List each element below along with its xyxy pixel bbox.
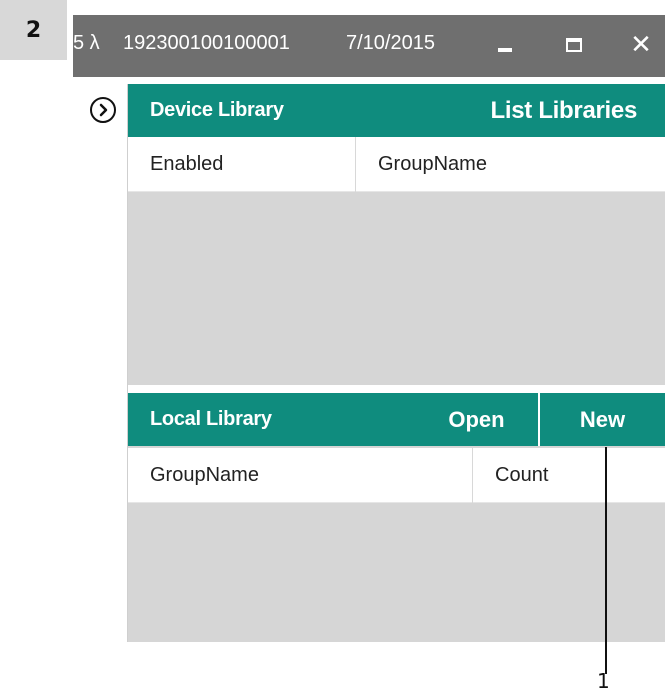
title-bar: 5 λ 192300100100001 7/10/2015 ✕ (73, 15, 665, 77)
callout-leader-line (605, 447, 607, 674)
column-header-count[interactable]: Count (473, 448, 665, 503)
close-button[interactable]: ✕ (621, 25, 661, 65)
local-library-title: Local Library (150, 408, 272, 430)
library-content: Device Library List Libraries Enabled Gr… (128, 84, 665, 642)
device-library-header: Device Library List Libraries (128, 84, 665, 137)
title-date: 7/10/2015 (346, 32, 435, 54)
list-libraries-button[interactable]: List Libraries (480, 84, 637, 137)
open-button[interactable]: Open (415, 393, 538, 446)
expand-button[interactable] (90, 97, 116, 123)
device-library-column-headers: Enabled GroupName (128, 137, 665, 192)
close-icon: ✕ (630, 30, 652, 60)
maximize-button[interactable] (554, 25, 594, 65)
chevron-right-icon (99, 103, 108, 117)
device-library-list (128, 192, 665, 385)
minimize-button[interactable] (485, 25, 525, 65)
column-header-enabled[interactable]: Enabled (128, 137, 355, 192)
section-separator (128, 385, 665, 393)
new-button[interactable]: New (538, 393, 665, 446)
title-wavelength: 5 λ (73, 32, 100, 54)
title-serial-number: 192300100100001 (123, 32, 290, 54)
column-header-groupname[interactable]: GroupName (128, 448, 472, 503)
local-library-header: Local Library Open New (128, 393, 665, 446)
maximize-icon (566, 38, 582, 52)
side-panel (73, 84, 128, 642)
step-number-badge: 2 (0, 0, 67, 60)
local-library-column-headers: GroupName Count (128, 448, 665, 503)
app-window: 5 λ 192300100100001 7/10/2015 ✕ Device L… (73, 15, 665, 642)
column-header-groupname[interactable]: GroupName (356, 137, 665, 192)
device-library-title: Device Library (150, 99, 284, 121)
minimize-icon (498, 48, 512, 52)
local-library-list (128, 503, 665, 642)
callout-number: 1 (597, 669, 610, 693)
